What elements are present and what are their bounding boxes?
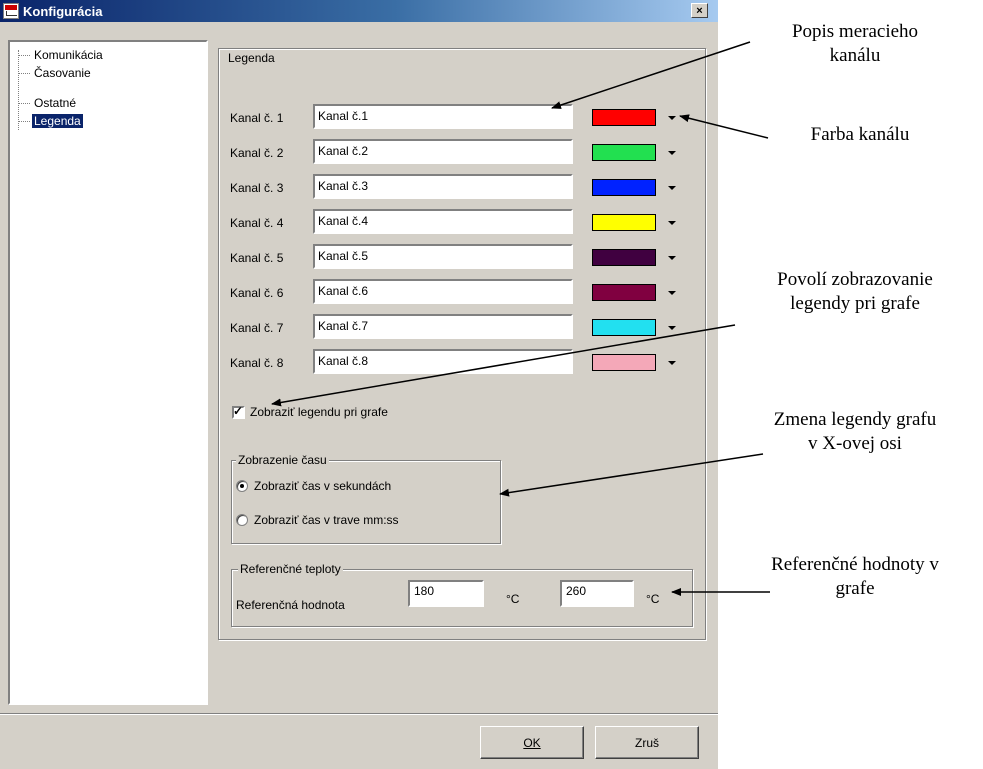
arrow-channel-description (551, 41, 751, 109)
annotation-arrows (271, 41, 770, 596)
arrow-legend-enable (271, 324, 736, 407)
arrow-channel-color (679, 114, 769, 139)
arrow-xaxis-legend (499, 453, 764, 497)
